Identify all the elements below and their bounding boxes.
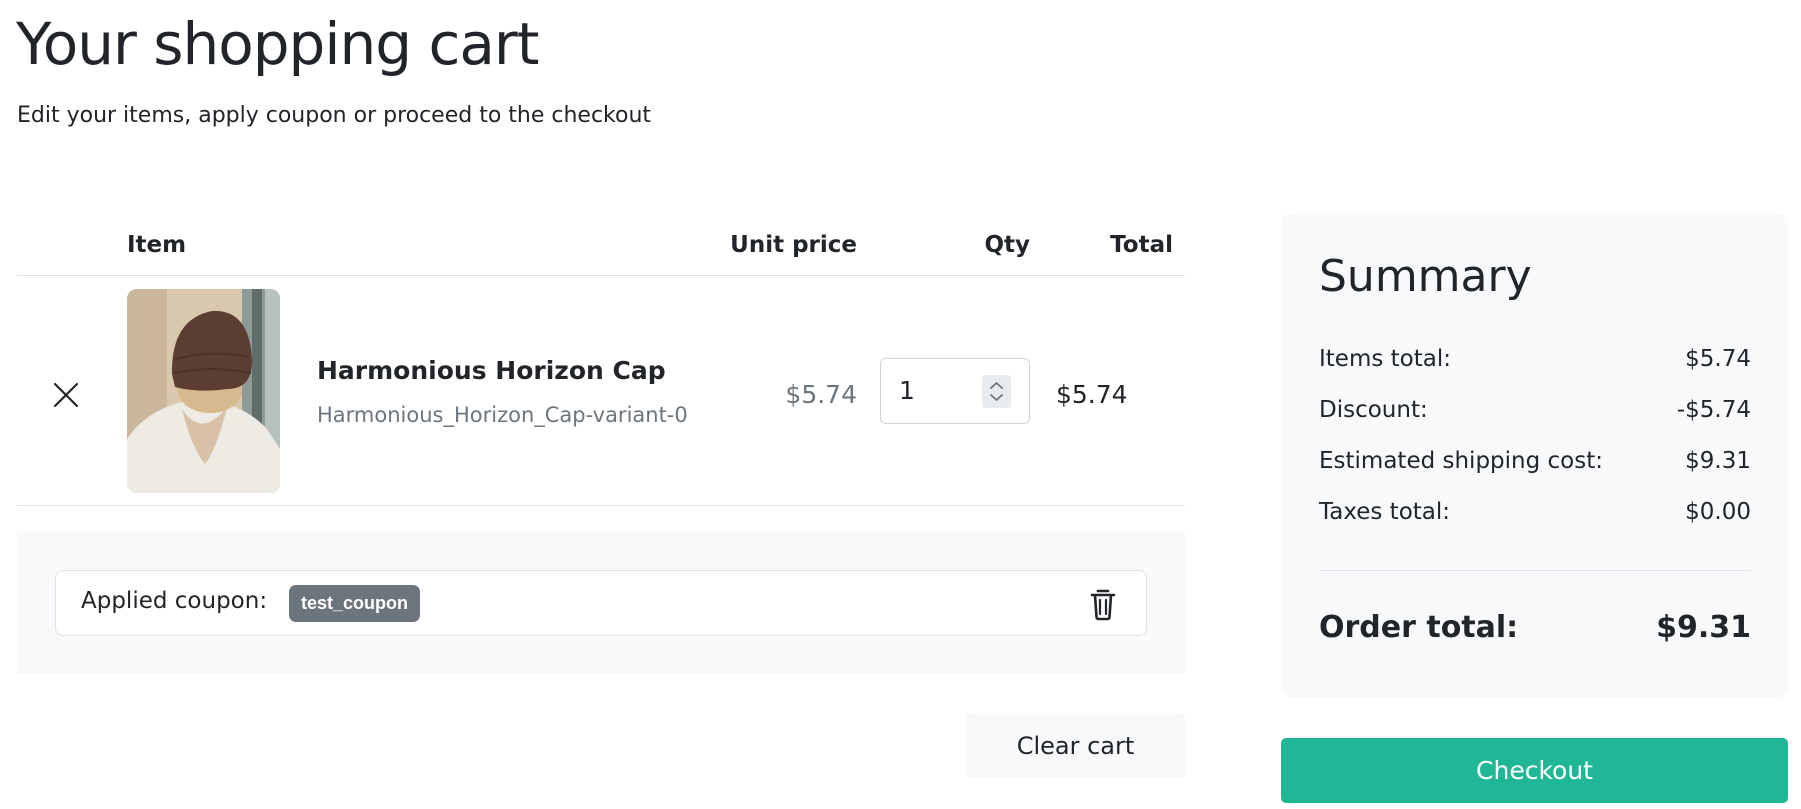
summary-divider xyxy=(1319,570,1751,571)
quantity-value[interactable]: 1 xyxy=(899,376,915,405)
product-photo-icon xyxy=(127,289,280,493)
applied-coupon: Applied coupon: test_coupon xyxy=(55,570,1147,636)
row-total: $5.74 xyxy=(1056,380,1128,409)
product-image[interactable] xyxy=(127,289,280,493)
summary-row-taxes: Taxes total: $0.00 xyxy=(1319,499,1751,529)
column-header-qty: Qty xyxy=(984,232,1030,258)
summary-panel: Summary Items total: $5.74 Discount: -$5… xyxy=(1281,213,1788,698)
quantity-stepper[interactable]: 1 xyxy=(880,358,1030,424)
summary-row-label: Discount: xyxy=(1319,397,1428,423)
page-title: Your shopping cart xyxy=(16,10,539,78)
summary-row-value: -$5.74 xyxy=(1676,397,1751,423)
cart-item-row: Harmonious Horizon Cap Harmonious_Horizo… xyxy=(17,276,1185,506)
summary-row-items-total: Items total: $5.74 xyxy=(1319,346,1751,376)
summary-row-value: $0.00 xyxy=(1685,499,1751,525)
coupon-panel: Applied coupon: test_coupon xyxy=(17,532,1185,674)
column-header-unit-price: Unit price xyxy=(730,232,857,258)
column-header-total: Total xyxy=(1110,232,1173,258)
product-name[interactable]: Harmonious Horizon Cap xyxy=(317,356,666,385)
order-total-value: $9.31 xyxy=(1656,610,1751,645)
cart-table: Item Unit price Qty Total Harmonious Hor… xyxy=(17,212,1185,506)
quantity-spinner[interactable] xyxy=(982,375,1011,408)
spinner-arrows-icon xyxy=(990,382,1003,401)
page-subtitle: Edit your items, apply coupon or proceed… xyxy=(17,103,652,128)
close-icon xyxy=(53,382,79,408)
summary-row-label: Taxes total: xyxy=(1319,499,1451,525)
product-variant: Harmonious_Horizon_Cap-variant-0 xyxy=(317,403,688,427)
remove-coupon-button[interactable] xyxy=(1087,587,1119,621)
summary-row-value: $9.31 xyxy=(1685,448,1751,474)
summary-row-label: Estimated shipping cost: xyxy=(1319,448,1603,474)
summary-row-label: Items total: xyxy=(1319,346,1451,372)
clear-cart-button[interactable]: Clear cart xyxy=(966,713,1185,778)
unit-price: $5.74 xyxy=(785,380,857,409)
coupon-badge: test_coupon xyxy=(289,585,421,622)
checkout-button[interactable]: Checkout xyxy=(1281,738,1788,803)
coupon-label: Applied coupon: xyxy=(81,588,268,614)
order-total: Order total: $9.31 xyxy=(1319,610,1751,650)
order-total-label: Order total: xyxy=(1319,610,1519,645)
remove-item-button[interactable] xyxy=(47,376,85,414)
column-header-item: Item xyxy=(127,232,187,258)
summary-row-discount: Discount: -$5.74 xyxy=(1319,397,1751,427)
trash-icon xyxy=(1090,589,1116,621)
cart-table-header: Item Unit price Qty Total xyxy=(17,212,1185,276)
summary-title: Summary xyxy=(1319,251,1532,302)
summary-row-shipping: Estimated shipping cost: $9.31 xyxy=(1319,448,1751,478)
summary-row-value: $5.74 xyxy=(1685,346,1751,372)
